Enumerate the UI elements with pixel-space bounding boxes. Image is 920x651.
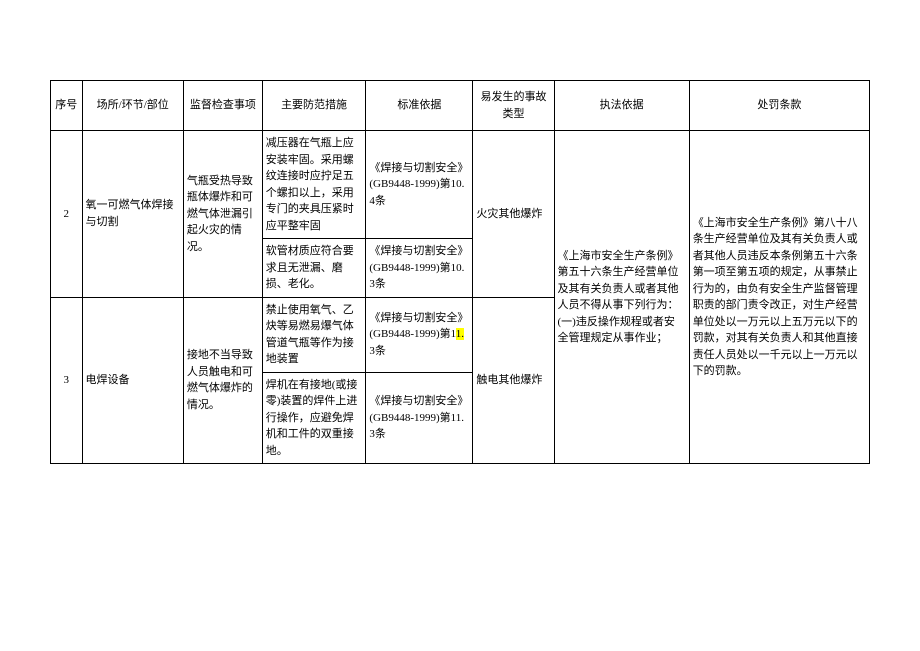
cell-measure: 减压器在气瓶上应安装牢固。采用螺纹连接时应拧足五个螺扣以上，采用专门的夹具压紧时… [262,131,366,239]
cell-measure: 禁止使用氧气、乙炔等易燃易爆气体管道气瓶等作为接地装置 [262,297,366,372]
header-measure: 主要防范措施 [262,81,366,131]
cell-standard: 《焊接与切割安全》(GB9448-1999)第11.3条 [366,372,473,464]
cell-law: 《上海市安全生产条例》第五十六条生产经营单位及其有关负责人或者其他人员不得从事下… [554,131,689,464]
header-standard: 标准依据 [366,81,473,131]
cell-seq: 3 [51,297,83,464]
cell-place: 氧一可燃气体焊接与切割 [82,131,183,298]
table-header-row: 序号 场所/环节/部位 监督检查事项 主要防范措施 标准依据 易发生的事故类型 … [51,81,870,131]
cell-accident: 火灾其他爆炸 [473,131,554,298]
standard-text-pre: 《焊接与切割安全》(GB9448-1999)第1 [369,312,468,341]
cell-inspect: 气瓶受热导致瓶体爆炸和可燃气体泄漏引起火灾的情况。 [183,131,262,298]
cell-measure: 软管材质应符合要求且无泄漏、磨损、老化。 [262,239,366,298]
cell-standard: 《焊接与切割安全》(GB9448-1999)第10.4条 [366,131,473,239]
highlighted-text: 1. [456,328,464,340]
cell-inspect: 接地不当导致人员触电和可燃气体爆炸的情况。 [183,297,262,464]
cell-standard: 《焊接与切割安全》(GB9448-1999)第11. 3条 [366,297,473,372]
header-inspect: 监督检查事项 [183,81,262,131]
cell-place: 电焊设备 [82,297,183,464]
cell-measure: 焊机在有接地(或接零)装置的焊件上进行操作，应避免焊机和工件的双重接地。 [262,372,366,464]
header-accident: 易发生的事故类型 [473,81,554,131]
cell-penalty: 《上海市安全生产条例》第八十八条生产经营单位及其有关负责人或者其他人员违反本条例… [689,131,869,464]
safety-regulation-table: 序号 场所/环节/部位 监督检查事项 主要防范措施 标准依据 易发生的事故类型 … [50,80,870,464]
header-law: 执法依据 [554,81,689,131]
cell-accident: 触电其他爆炸 [473,297,554,464]
table-row: 2 氧一可燃气体焊接与切割 气瓶受热导致瓶体爆炸和可燃气体泄漏引起火灾的情况。 … [51,131,870,239]
header-seq: 序号 [51,81,83,131]
standard-text-post: 3条 [369,345,386,357]
cell-seq: 2 [51,131,83,298]
header-penalty: 处罚条款 [689,81,869,131]
cell-standard: 《焊接与切割安全》(GB9448-1999)第10.3条 [366,239,473,298]
header-place: 场所/环节/部位 [82,81,183,131]
